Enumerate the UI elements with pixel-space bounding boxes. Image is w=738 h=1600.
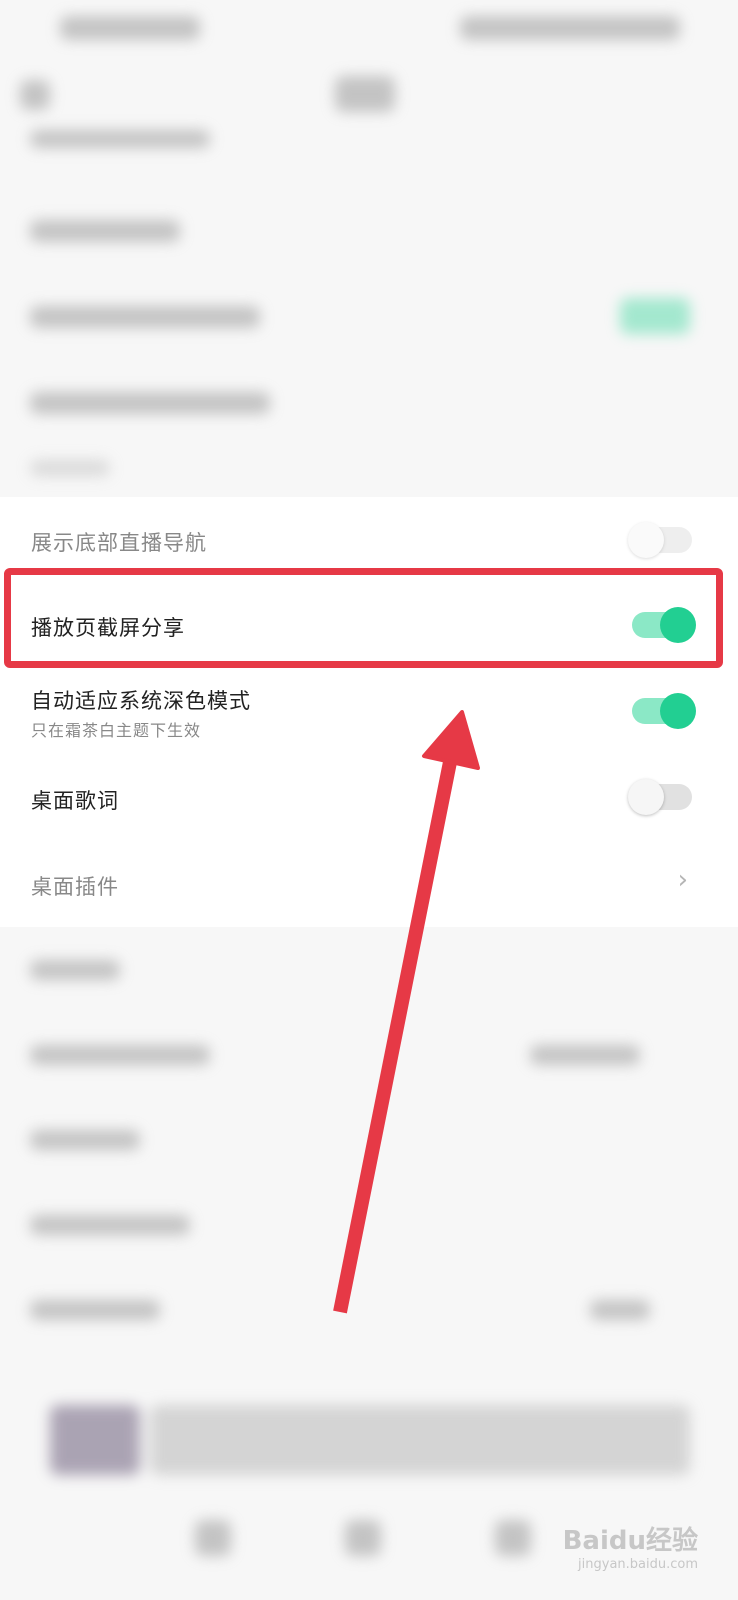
baidu-watermark: Baidu经验 jingyan.baidu.com [563,1520,698,1572]
watermark-url: jingyan.baidu.com [578,1557,698,1572]
annotation-arrow [333,710,480,1314]
watermark-brand: Baidu经验 [562,1526,698,1556]
